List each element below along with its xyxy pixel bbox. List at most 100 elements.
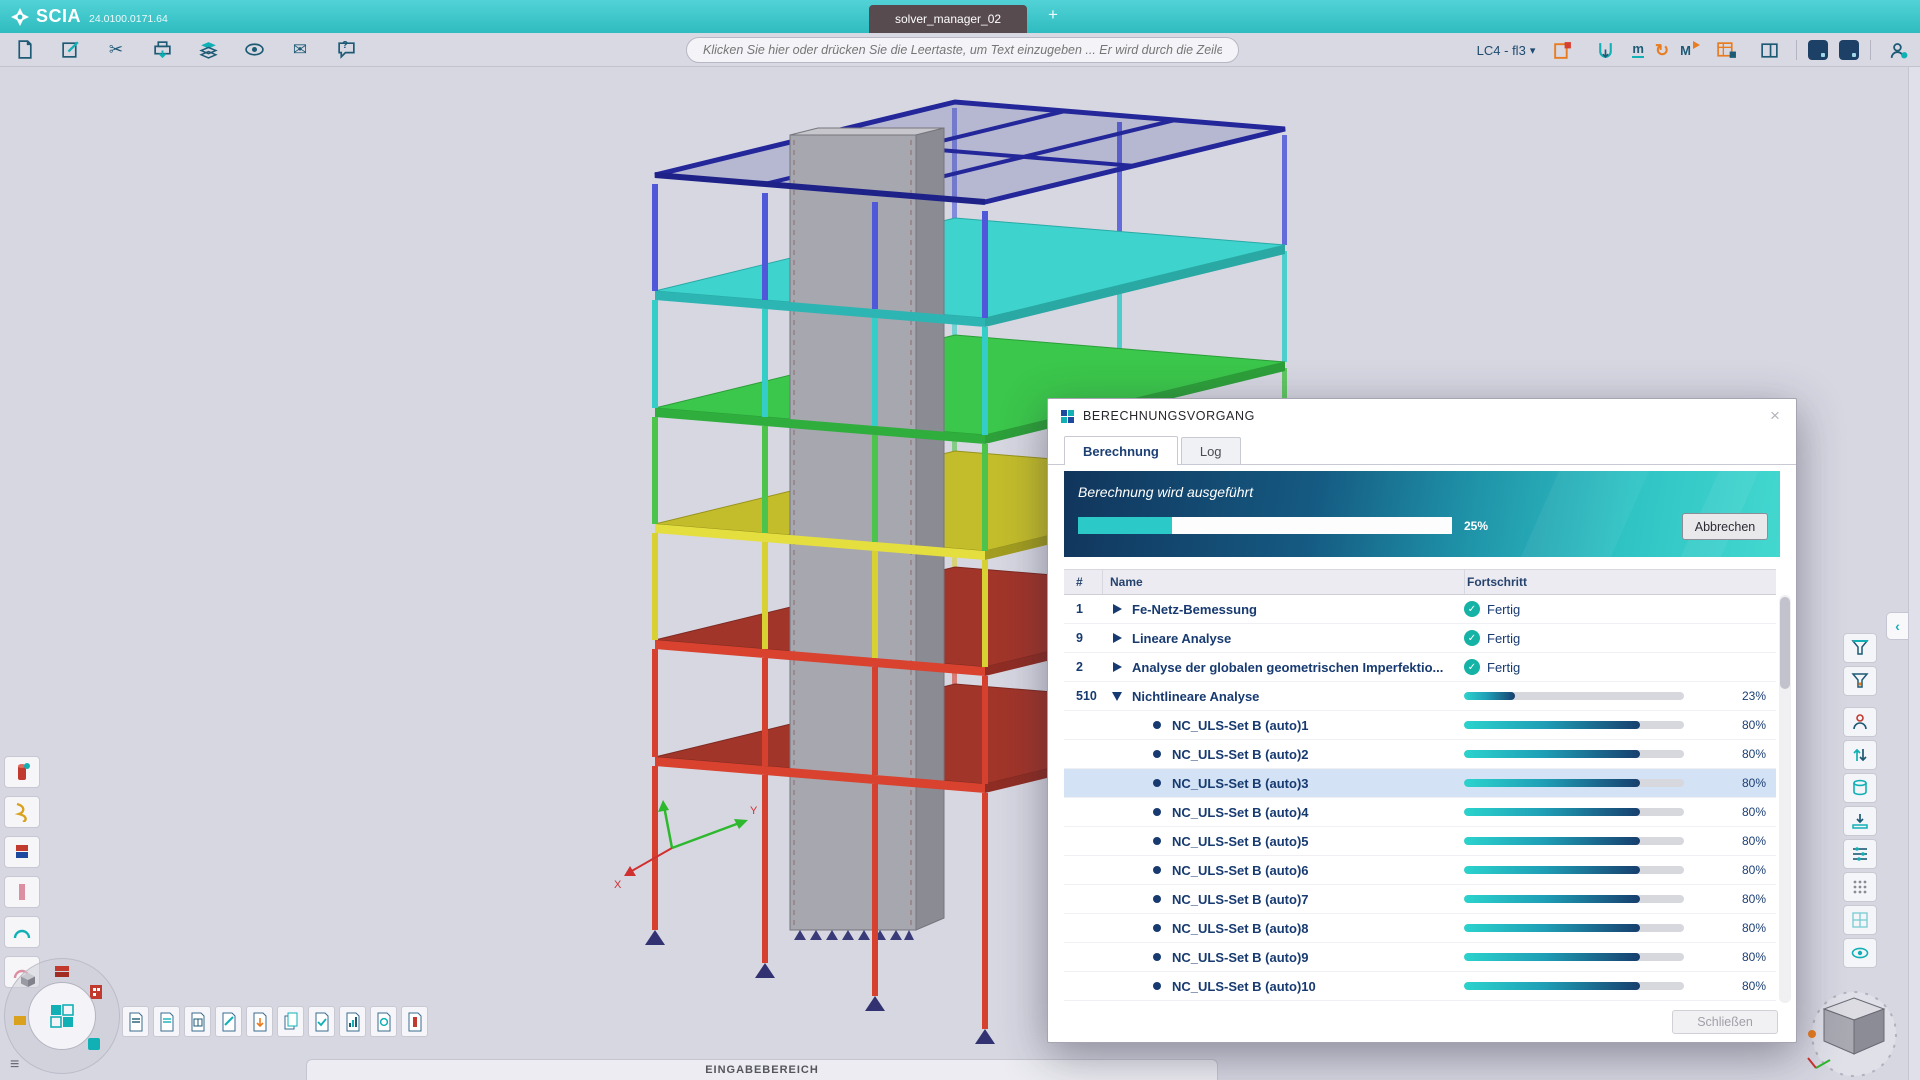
structure-tool-strip: [4, 756, 40, 988]
tab-log[interactable]: Log: [1181, 437, 1241, 464]
scrollbar-thumb[interactable]: [1780, 597, 1790, 689]
table-row[interactable]: 1 Fe-Netz-Bemessung ✓Fertig: [1064, 595, 1776, 624]
result-filter-button[interactable]: [1843, 633, 1877, 663]
expand-arrow-icon[interactable]: [1113, 604, 1122, 614]
table-row[interactable]: 2 Analyse der globalen geometrischen Imp…: [1064, 653, 1776, 682]
copy-document-button[interactable]: [277, 1006, 304, 1037]
concrete-column-tool[interactable]: [4, 756, 40, 788]
print-export-button[interactable]: [146, 36, 178, 64]
table-row[interactable]: NC_ULS-Set B (auto)7 80%: [1064, 885, 1776, 914]
wheel-cube-icon[interactable]: [18, 970, 38, 990]
annotation-button[interactable]: M: [1680, 43, 1699, 58]
mesh-grid-button[interactable]: [1843, 905, 1877, 935]
row-percent: 80%: [1684, 892, 1776, 906]
report-document-button[interactable]: [122, 1006, 149, 1037]
input-area-panel[interactable]: EINGABEBEREICH: [306, 1059, 1218, 1080]
expand-arrow-icon[interactable]: [1113, 662, 1122, 672]
table-lock-button[interactable]: [1710, 36, 1742, 64]
new-file-button[interactable]: [8, 36, 40, 64]
visibility-eye-button[interactable]: [1843, 938, 1877, 968]
row-progress-bar: [1464, 808, 1684, 816]
version-label: 24.0100.0171.64: [89, 13, 168, 25]
table-row-selected[interactable]: NC_ULS-Set B (auto)3 80%: [1064, 769, 1776, 798]
command-line-input[interactable]: [686, 37, 1239, 63]
layers-button[interactable]: [192, 36, 224, 64]
check-document-button[interactable]: [308, 1006, 335, 1037]
wheel-box-icon[interactable]: [10, 1010, 30, 1030]
edit-button[interactable]: [54, 36, 86, 64]
bullet-icon: [1153, 895, 1161, 903]
main-toolbar: ✂ ✉ ? LC4 - fl3 ▾: [0, 33, 1920, 67]
load-case-dropdown[interactable]: LC4 - fl3 ▾: [1477, 43, 1536, 58]
tab-berechnung[interactable]: Berechnung: [1064, 436, 1178, 465]
move-updown-button[interactable]: [1843, 740, 1877, 770]
database-button[interactable]: [1843, 773, 1877, 803]
table-row[interactable]: NC_ULS-Set B (auto)5 80%: [1064, 827, 1776, 856]
axis-y-label: Y: [750, 805, 758, 817]
panel-collapse-handle[interactable]: ‹: [1886, 612, 1908, 640]
expand-arrow-icon[interactable]: [1113, 633, 1122, 643]
new-tab-button[interactable]: +: [1042, 2, 1064, 28]
visibility-button[interactable]: [238, 36, 270, 64]
view-panel-button-1[interactable]: [1808, 40, 1828, 60]
view-panel-button-2[interactable]: [1839, 40, 1859, 60]
question-icon: ?: [342, 40, 348, 51]
list-settings-button[interactable]: [1843, 839, 1877, 869]
dot-grid-button[interactable]: [1843, 872, 1877, 902]
mail-button[interactable]: ✉: [284, 36, 316, 64]
selection-person-button[interactable]: [1843, 707, 1877, 737]
wheel-center-button[interactable]: [28, 982, 96, 1050]
table-row[interactable]: NC_ULS-Set B (auto)6 80%: [1064, 856, 1776, 885]
section-button[interactable]: [1589, 36, 1621, 64]
table-row[interactable]: NC_ULS-Set B (auto)4 80%: [1064, 798, 1776, 827]
table-row[interactable]: NC_ULS-Set B (auto)9 80%: [1064, 943, 1776, 972]
help-chat-button[interactable]: ?: [330, 36, 362, 64]
dialog-title-bar[interactable]: BERECHNUNGSVORGANG ×: [1048, 399, 1796, 433]
table-row[interactable]: NC_ULS-Set B (auto)8 80%: [1064, 914, 1776, 943]
window-layout-button[interactable]: [1753, 36, 1785, 64]
collapse-arrow-icon[interactable]: [1112, 692, 1122, 701]
close-icon[interactable]: ×: [1764, 405, 1786, 427]
dialog-scrollbar[interactable]: [1779, 595, 1791, 1003]
export-document-button[interactable]: [246, 1006, 273, 1037]
arch-tool[interactable]: [4, 916, 40, 948]
separator: [1870, 40, 1871, 60]
member-filter-button[interactable]: [1843, 666, 1877, 696]
table-row[interactable]: 510 Nichtlineare Analyse 23%: [1064, 682, 1776, 711]
store-results-button[interactable]: [1843, 806, 1877, 836]
quick-access-wheel[interactable]: [4, 958, 120, 1074]
project-tab[interactable]: solver_manager_02: [869, 5, 1027, 33]
table-row[interactable]: 9 Lineare Analyse ✓Fertig: [1064, 624, 1776, 653]
flag-icon: [1693, 41, 1700, 49]
column-document-button[interactable]: [401, 1006, 428, 1037]
supports: [645, 930, 995, 1044]
tools-scissors-button[interactable]: ✂: [100, 36, 132, 64]
north-marker: [1808, 1030, 1816, 1038]
table-row[interactable]: NC_ULS-Set B (auto)10 80%: [1064, 972, 1776, 1001]
refresh-button[interactable]: ↻: [1655, 42, 1669, 59]
grid-document-button[interactable]: [370, 1006, 397, 1037]
tendon-tool[interactable]: [4, 796, 40, 828]
scia-logo: [10, 7, 30, 27]
cancel-button[interactable]: Abbrechen: [1682, 513, 1768, 540]
clipboard-view-button[interactable]: [1546, 36, 1578, 64]
report-document-button[interactable]: [153, 1006, 180, 1037]
column-tool[interactable]: [4, 876, 40, 908]
calculation-icon: [1060, 409, 1075, 424]
title-bar: SCIA 24.0100.0171.64 solver_manager_02 +: [0, 0, 1920, 33]
calculation-dialog: BERECHNUNGSVORGANG × Berechnung Log Bere…: [1047, 398, 1797, 1043]
table-row[interactable]: NC_ULS-Set B (auto)2 80%: [1064, 740, 1776, 769]
wheel-bricks-icon[interactable]: [52, 962, 72, 982]
document-toolbar: [122, 1006, 428, 1037]
composite-wall-tool[interactable]: [4, 836, 40, 868]
collapsed-panel-edge[interactable]: [1908, 67, 1920, 1080]
table-document-button[interactable]: [184, 1006, 211, 1037]
dimension-button[interactable]: m: [1632, 42, 1644, 58]
chart-document-button[interactable]: [339, 1006, 366, 1037]
brand-name: SCIA: [36, 6, 81, 27]
edit-document-button[interactable]: [215, 1006, 242, 1037]
user-settings-button[interactable]: [1882, 36, 1914, 64]
close-button-disabled[interactable]: Schließen: [1672, 1010, 1778, 1034]
navigation-cube[interactable]: [1800, 980, 1908, 1080]
table-row[interactable]: NC_ULS-Set B (auto)1 80%: [1064, 711, 1776, 740]
